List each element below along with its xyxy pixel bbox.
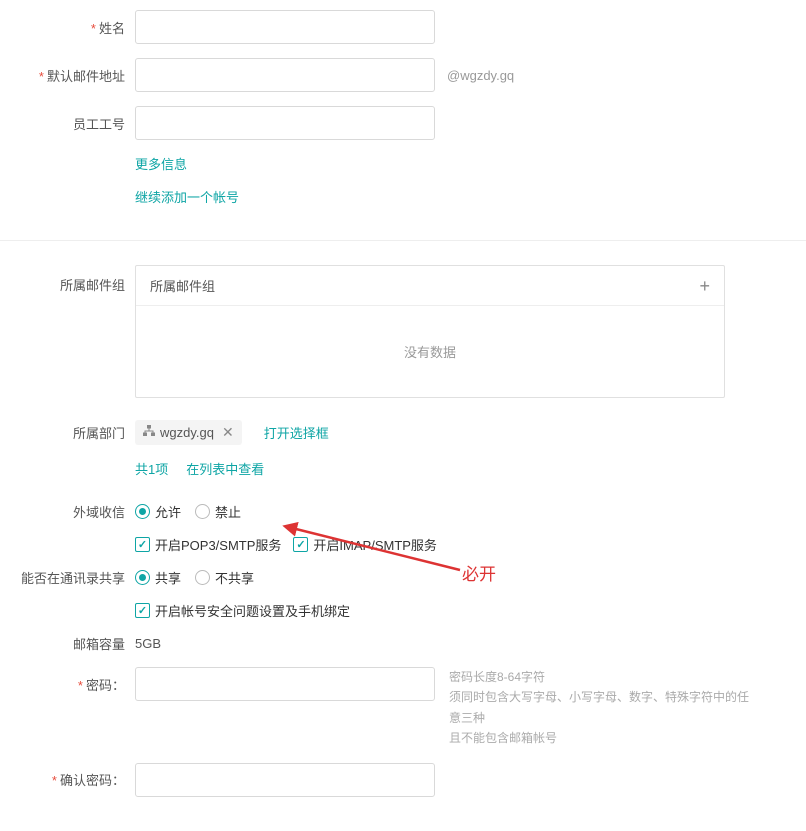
open-selector-link[interactable]: 打开选择框 <box>264 423 329 442</box>
name-label: *姓名 <box>0 18 135 37</box>
not-share-radio-label: 不共享 <box>215 568 254 587</box>
more-info-link[interactable]: 更多信息 <box>135 154 187 173</box>
mail-group-label: 所属邮件组 <box>0 265 135 294</box>
emp-id-label: 员工工号 <box>0 114 135 133</box>
confirm-password-label: *确认密码： <box>0 770 135 789</box>
imap-smtp-checkbox[interactable]: ✓ 开启IMAP/SMTP服务 <box>293 535 437 554</box>
dept-count-link[interactable]: 共1项 <box>135 459 168 478</box>
email-label: *默认邮件地址 <box>0 66 135 85</box>
share-radio[interactable]: 共享 <box>135 568 181 587</box>
section-divider <box>0 240 806 241</box>
password-hint: 密码长度8-64字符 须同时包含大写字母、小写字母、数字、特殊字符中的任意三种 … <box>449 667 759 749</box>
mail-group-header-text: 所属邮件组 <box>150 276 215 295</box>
org-icon <box>143 425 155 440</box>
forbid-radio-label: 禁止 <box>215 502 241 521</box>
security-bind-label: 开启帐号安全问题设置及手机绑定 <box>155 601 350 620</box>
not-share-radio[interactable]: 不共享 <box>195 568 254 587</box>
password-input[interactable] <box>135 667 435 701</box>
emp-id-input[interactable] <box>135 106 435 140</box>
allow-radio[interactable]: 允许 <box>135 502 181 521</box>
mail-group-empty-text: 没有数据 <box>136 306 724 397</box>
external-recv-label: 外域收信 <box>0 502 135 521</box>
share-radio-label: 共享 <box>155 568 181 587</box>
allow-radio-label: 允许 <box>155 502 181 521</box>
view-in-list-link[interactable]: 在列表中查看 <box>186 459 264 478</box>
security-bind-checkbox[interactable]: ✓ 开启帐号安全问题设置及手机绑定 <box>135 601 350 620</box>
forbid-radio[interactable]: 禁止 <box>195 502 241 521</box>
pop3-smtp-checkbox[interactable]: ✓ 开启POP3/SMTP服务 <box>135 535 281 554</box>
email-input[interactable] <box>135 58 435 92</box>
imap-smtp-label: 开启IMAP/SMTP服务 <box>313 535 437 554</box>
mail-group-box: 所属邮件组 + 没有数据 <box>135 265 725 398</box>
pop3-smtp-label: 开启POP3/SMTP服务 <box>155 535 281 554</box>
confirm-password-input[interactable] <box>135 763 435 797</box>
mailbox-cap-label: 邮箱容量 <box>0 634 135 653</box>
contacts-share-label: 能否在通讯录共享 <box>0 568 135 587</box>
continue-add-link[interactable]: 继续添加一个帐号 <box>135 187 239 206</box>
dept-label: 所属部门 <box>0 423 135 442</box>
mailbox-cap-value: 5GB <box>135 636 161 651</box>
dept-tag-close[interactable]: ✕ <box>222 424 234 441</box>
name-input[interactable] <box>135 10 435 44</box>
add-mail-group-button[interactable]: + <box>699 277 710 295</box>
password-label: *密码： <box>0 667 135 694</box>
dept-tag-text: wgzdy.gq <box>160 425 214 440</box>
dept-tag: wgzdy.gq ✕ <box>135 420 242 445</box>
email-suffix: @wgzdy.gq <box>447 68 514 83</box>
